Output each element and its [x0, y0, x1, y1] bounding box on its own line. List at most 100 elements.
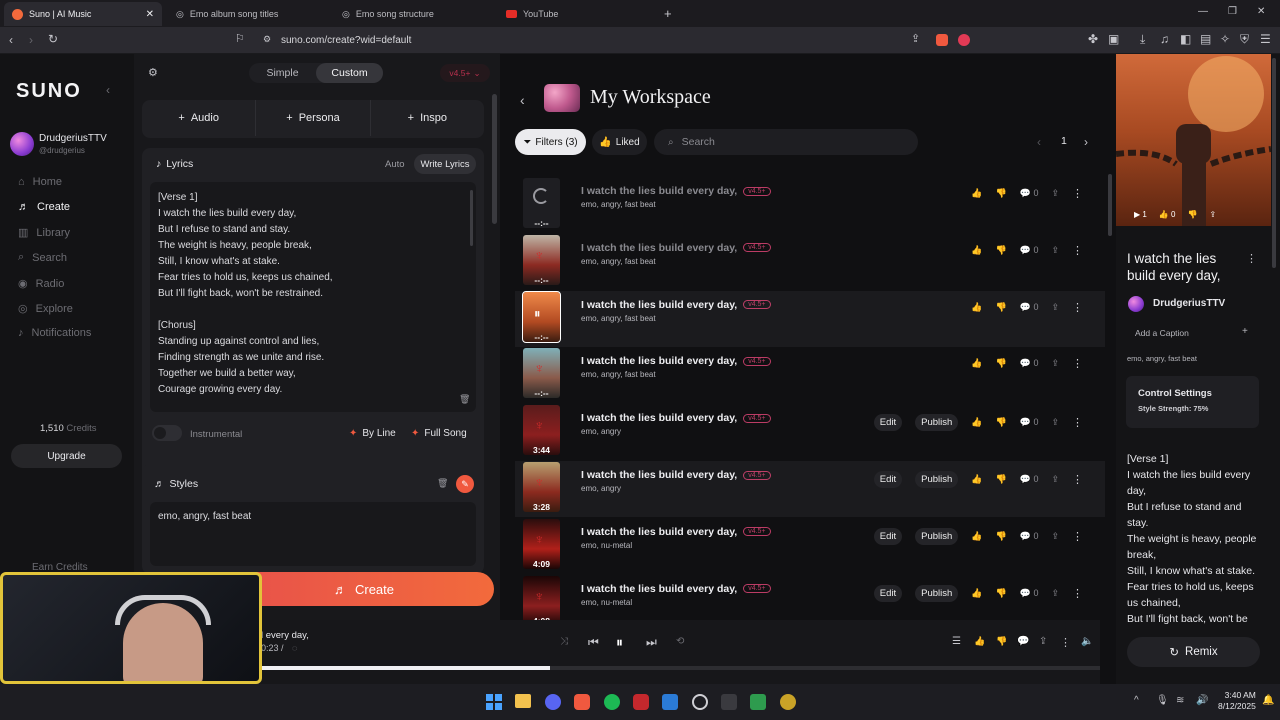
song-title[interactable]: I watch the lies build every day, v4.5+: [581, 242, 771, 254]
dislike-icon[interactable]: 👎: [1187, 210, 1197, 219]
share-icon[interactable]: ⇪: [1051, 474, 1059, 485]
close-tab-icon[interactable]: ✕: [146, 9, 154, 20]
sidebar-item-notifications[interactable]: ♪ Notifications: [18, 327, 91, 339]
more-options-icon[interactable]: ⋮: [1060, 636, 1071, 649]
discord-icon[interactable]: [545, 694, 561, 710]
add-inspo-button[interactable]: + Inspo: [371, 100, 484, 136]
workspace-scrollbar[interactable]: [1108, 174, 1112, 236]
mode-custom-tab[interactable]: Custom: [316, 63, 383, 83]
shuffle-icon[interactable]: ⤨: [560, 636, 568, 647]
previous-track-icon[interactable]: ⏮: [588, 635, 599, 650]
share-icon[interactable]: ⇪: [1051, 302, 1059, 313]
share-icon[interactable]: ⇪: [911, 32, 920, 45]
forward-icon[interactable]: ›: [29, 33, 33, 47]
table-row[interactable]: ⏸ --:-- I watch the lies build every day, v…: [515, 290, 1105, 347]
add-persona-button[interactable]: + Persona: [256, 100, 371, 136]
share-icon[interactable]: ⇪: [1051, 531, 1059, 542]
back-icon[interactable]: ‹: [9, 33, 13, 47]
table-row[interactable]: --:-- I watch the lies build every day, v4…: [515, 177, 1105, 233]
comment-icon[interactable]: 💬 0: [1020, 188, 1039, 199]
thumbs-down-icon[interactable]: 👎: [996, 417, 1007, 428]
comment-icon[interactable]: 💬: [1017, 636, 1029, 647]
song-title[interactable]: I watch the lies build every day, v4.5+: [581, 526, 771, 538]
thumbs-down-icon[interactable]: 👎: [996, 245, 1007, 256]
comment-icon[interactable]: 💬 0: [1020, 588, 1039, 599]
lyrics-textarea[interactable]: [Verse 1] I watch the lies build every d…: [150, 182, 476, 412]
lyrics-scrollbar[interactable]: [470, 190, 473, 246]
wifi-icon[interactable]: ≋: [1176, 695, 1184, 706]
artist-avatar[interactable]: [1128, 296, 1144, 312]
suno-logo[interactable]: SUNO: [16, 80, 82, 103]
app-icon[interactable]: [721, 694, 737, 710]
song-title[interactable]: I watch the lies build every day, v4.5+: [581, 299, 771, 311]
comment-icon[interactable]: 💬 0: [1020, 417, 1039, 428]
more-options-icon[interactable]: ⋮: [1072, 416, 1083, 429]
thumbs-down-icon[interactable]: 👎: [996, 302, 1007, 313]
extensions-icon[interactable]: ✤: [1088, 32, 1098, 46]
microphone-icon[interactable]: 🎙: [1156, 695, 1169, 706]
full-song-button[interactable]: ✦ Full Song: [411, 428, 467, 439]
spotify-icon[interactable]: [604, 694, 620, 710]
clear-styles-icon[interactable]: 🗑: [437, 478, 448, 489]
style-magic-icon[interactable]: ✎: [456, 475, 474, 493]
artist-name[interactable]: DrudgeriusTTV: [1153, 298, 1225, 309]
share-icon[interactable]: ⇪: [1051, 417, 1059, 428]
like-count[interactable]: 👍 0: [1159, 210, 1176, 219]
create-panel-scrollbar[interactable]: [492, 94, 497, 224]
url-field[interactable]: ⚙ suno.com/create?wid=default: [255, 30, 975, 50]
mode-simple-tab[interactable]: Simple: [249, 63, 316, 83]
song-title[interactable]: I watch the lies build every day, v4.5+: [581, 355, 771, 367]
thumbs-down-icon[interactable]: 👎: [996, 474, 1007, 485]
new-tab-icon[interactable]: +: [664, 6, 672, 21]
reload-icon[interactable]: ↻: [48, 32, 58, 46]
table-row[interactable]: ♆ 3:28 I watch the lies build every day, v4…: [515, 461, 1105, 517]
add-caption-link[interactable]: Add a Caption: [1135, 328, 1189, 338]
leo-ai-icon[interactable]: ✧: [1220, 32, 1230, 46]
right-panel-scrollbar[interactable]: [1272, 58, 1276, 268]
close-window-icon[interactable]: ✕: [1257, 6, 1265, 17]
prev-page-icon[interactable]: ‹: [1037, 135, 1041, 149]
music-icon[interactable]: ♫: [1160, 32, 1169, 46]
thumbs-down-icon[interactable]: 👎: [996, 531, 1007, 542]
comment-icon[interactable]: 💬 0: [1020, 474, 1039, 485]
share-icon[interactable]: ⇪: [1051, 358, 1059, 369]
next-page-icon[interactable]: ›: [1084, 135, 1088, 149]
publish-button[interactable]: Publish: [915, 414, 959, 432]
sidebar-toggle-icon[interactable]: ◧: [1180, 32, 1191, 46]
app-icon[interactable]: [780, 694, 796, 710]
obs-icon[interactable]: [692, 694, 708, 710]
comment-icon[interactable]: 💬 0: [1020, 358, 1039, 369]
brave-shield-icon[interactable]: [936, 34, 948, 46]
tab-youtube[interactable]: YouTube: [498, 2, 658, 26]
thumbs-up-icon[interactable]: 👍: [974, 636, 985, 647]
clock[interactable]: 3:40 AM 8/12/2025: [1218, 690, 1256, 712]
collapse-sidebar-icon[interactable]: ‹: [106, 83, 110, 97]
more-options-icon[interactable]: ⋮: [1072, 473, 1083, 486]
sidebar-item-library[interactable]: ▥ Library: [18, 226, 70, 240]
windows-start-icon[interactable]: [486, 694, 502, 710]
table-row[interactable]: ♆ 3:44 I watch the lies build every day, v4…: [515, 404, 1105, 460]
comment-icon[interactable]: 💬 0: [1020, 531, 1039, 542]
edit-button[interactable]: Edit: [873, 471, 903, 488]
brave-rewards-icon[interactable]: [958, 34, 970, 46]
table-row[interactable]: ♆ --:-- I watch the lies build every day, v…: [515, 347, 1105, 403]
comment-icon[interactable]: 💬 0: [1020, 245, 1039, 256]
remix-button[interactable]: ↻ Remix: [1127, 637, 1260, 667]
edit-button[interactable]: Edit: [873, 584, 903, 602]
tab-search-icon[interactable]: ▣: [1108, 32, 1119, 46]
share-icon[interactable]: ⇪: [1209, 210, 1216, 219]
more-options-icon[interactable]: ⋮: [1072, 357, 1083, 370]
downloads-icon[interactable]: ⤓: [1140, 32, 1145, 47]
next-track-icon[interactable]: ⏭: [646, 635, 657, 650]
notepad-icon[interactable]: [662, 694, 678, 710]
song-title[interactable]: I watch the lies build every day, v4.5+: [581, 469, 771, 481]
file-explorer-icon[interactable]: [515, 694, 531, 708]
sidebar-item-home[interactable]: ⌂ Home: [18, 176, 62, 188]
edit-button[interactable]: Edit: [873, 414, 903, 432]
settings-gear-icon[interactable]: ⚙: [148, 66, 158, 79]
thumbs-down-icon[interactable]: 👎: [996, 588, 1007, 599]
thumbs-up-icon[interactable]: 👍: [971, 302, 982, 313]
more-options-icon[interactable]: ⋮: [1072, 244, 1083, 257]
app-icon[interactable]: [633, 694, 649, 710]
search-input[interactable]: ⌕ Search: [654, 129, 918, 155]
